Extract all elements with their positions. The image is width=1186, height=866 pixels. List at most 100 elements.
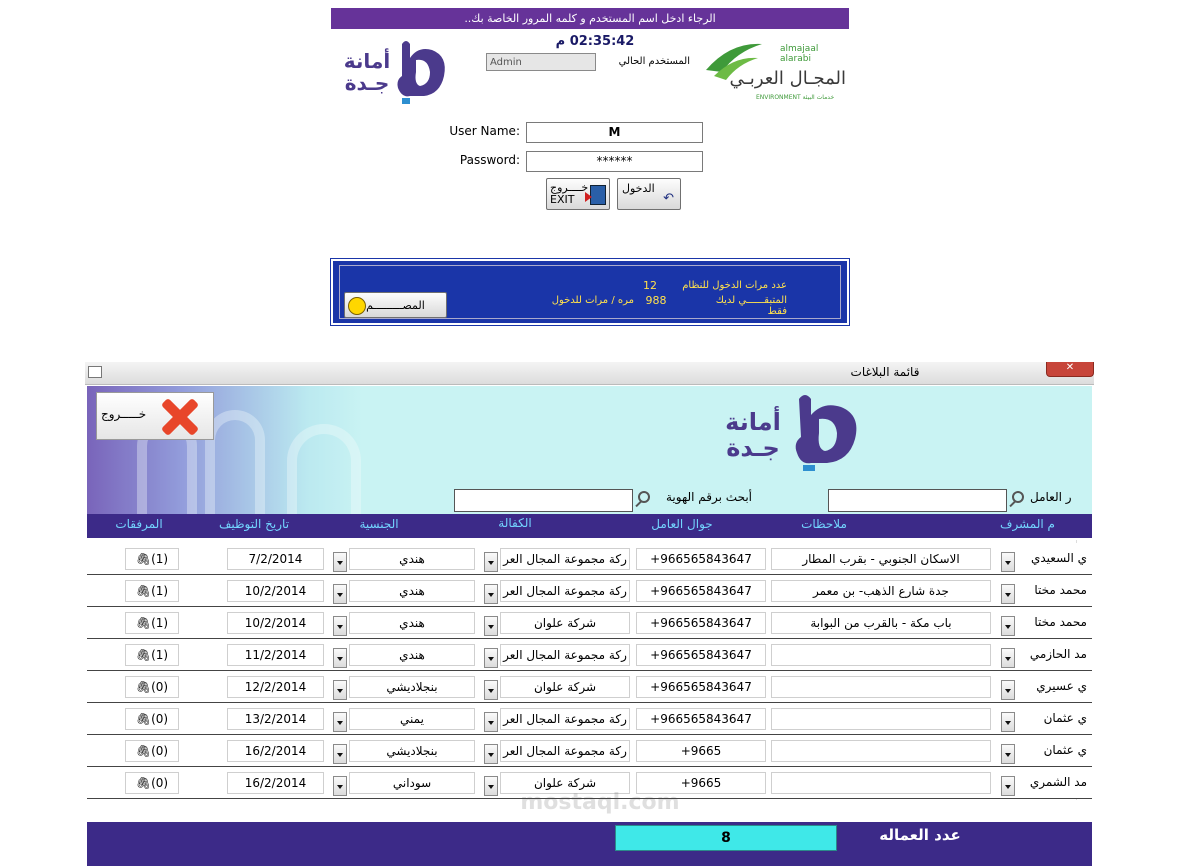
amana-header-logo-text: أمانة جـدة bbox=[713, 409, 793, 461]
exit-button[interactable]: خــــروج EXIT bbox=[546, 178, 610, 210]
supervisor-dropdown-arrow-icon[interactable] bbox=[1001, 648, 1015, 668]
notes-cell[interactable] bbox=[771, 740, 991, 762]
table-row[interactable]: 🖇(0) 12/2/2014 بنجلاديشي شركة علوان +9665658… bbox=[87, 671, 1092, 703]
sponsor-dropdown-arrow-icon[interactable] bbox=[484, 584, 498, 604]
notes-cell[interactable] bbox=[771, 708, 991, 730]
supervisor-cell[interactable]: محمد مختا bbox=[1017, 612, 1087, 634]
sponsor-cell[interactable]: ركة مجموعة المجال العر bbox=[500, 548, 630, 570]
nationality-cell[interactable]: هندي bbox=[349, 644, 475, 666]
sponsor-cell[interactable]: ركة مجموعة المجال العر bbox=[500, 708, 630, 730]
mobile-cell[interactable]: +966565843647 bbox=[636, 644, 766, 666]
supervisor-cell[interactable]: ي عسيري bbox=[1017, 676, 1087, 698]
attachments-cell[interactable]: 🖇(0) bbox=[125, 676, 179, 698]
supervisor-dropdown-arrow-icon[interactable] bbox=[1001, 712, 1015, 732]
sponsor-cell[interactable]: ركة مجموعة المجال العر bbox=[500, 644, 630, 666]
supervisor-dropdown-arrow-icon[interactable] bbox=[1001, 584, 1015, 604]
table-row[interactable]: 🖇(0) 13/2/2014 يمني ركة مجموعة المجال العر +… bbox=[87, 703, 1092, 735]
nationality-dropdown-arrow-icon[interactable] bbox=[333, 616, 347, 636]
nationality-cell[interactable]: سوداني bbox=[349, 772, 475, 794]
mobile-cell[interactable]: +966565843647 bbox=[636, 548, 766, 570]
smiley-icon bbox=[348, 297, 366, 315]
designer-button[interactable]: المصـــــــــم bbox=[344, 292, 447, 318]
close-form-button[interactable]: خـــــروج bbox=[96, 392, 214, 440]
nationality-cell[interactable]: بنجلاديشي bbox=[349, 740, 475, 762]
supervisor-dropdown-arrow-icon[interactable] bbox=[1001, 616, 1015, 636]
sponsor-cell[interactable]: شركة علوان bbox=[500, 676, 630, 698]
nationality-dropdown-arrow-icon[interactable] bbox=[333, 744, 347, 764]
username-input[interactable]: M bbox=[526, 122, 703, 143]
supervisor-cell[interactable]: ي عثمان bbox=[1017, 708, 1087, 730]
hire-date-cell[interactable]: 11/2/2014 bbox=[227, 644, 324, 666]
supervisor-dropdown-arrow-icon[interactable] bbox=[1001, 552, 1015, 572]
notes-cell[interactable]: باب مكة - بالقرب من البوابة bbox=[771, 612, 991, 634]
attachments-cell[interactable]: 🖇(0) bbox=[125, 708, 179, 730]
sponsor-dropdown-arrow-icon[interactable] bbox=[484, 552, 498, 572]
login-button[interactable]: الدخول ↶ bbox=[617, 178, 681, 210]
search-worker-input[interactable] bbox=[828, 489, 1007, 512]
nationality-dropdown-arrow-icon[interactable] bbox=[333, 776, 347, 796]
col-sponsor: الكفالة bbox=[498, 516, 532, 530]
mobile-cell[interactable]: +966565843647 bbox=[636, 612, 766, 634]
attachments-cell[interactable]: 🖇(1) bbox=[125, 548, 179, 570]
attachments-cell[interactable]: 🖇(0) bbox=[125, 772, 179, 794]
search-id-input[interactable] bbox=[454, 489, 633, 512]
nationality-cell[interactable]: يمني bbox=[349, 708, 475, 730]
notes-cell[interactable] bbox=[771, 772, 991, 794]
nationality-cell[interactable]: بنجلاديشي bbox=[349, 676, 475, 698]
hire-date-cell[interactable]: 16/2/2014 bbox=[227, 740, 324, 762]
sponsor-dropdown-arrow-icon[interactable] bbox=[484, 648, 498, 668]
sponsor-cell[interactable]: ركة مجموعة المجال العر bbox=[500, 580, 630, 602]
notes-cell[interactable] bbox=[771, 644, 991, 666]
nationality-dropdown-arrow-icon[interactable] bbox=[333, 584, 347, 604]
notes-cell[interactable] bbox=[771, 676, 991, 698]
password-input[interactable]: ****** bbox=[526, 151, 703, 172]
mobile-cell[interactable]: +966565843647 bbox=[636, 676, 766, 698]
notes-cell[interactable]: جدة شارع الذهب- بن معمر bbox=[771, 580, 991, 602]
sponsor-dropdown-arrow-icon[interactable] bbox=[484, 776, 498, 796]
nationality-cell[interactable]: هندي bbox=[349, 580, 475, 602]
table-row[interactable]: 🖇(1) 7/2/2014 هندي ركة مجموعة المجال العر +9… bbox=[87, 543, 1092, 575]
supervisor-dropdown-arrow-icon[interactable] bbox=[1001, 744, 1015, 764]
hire-date-cell[interactable]: 10/2/2014 bbox=[227, 612, 324, 634]
supervisor-cell[interactable]: ي السعيدي bbox=[1017, 548, 1087, 570]
hire-date-cell[interactable]: 7/2/2014 bbox=[227, 548, 324, 570]
table-row[interactable]: 🖇(1) 11/2/2014 هندي ركة مجموعة المجال العر +… bbox=[87, 639, 1092, 671]
nationality-cell[interactable]: هندي bbox=[349, 548, 475, 570]
attachments-cell[interactable]: 🖇(1) bbox=[125, 612, 179, 634]
nationality-dropdown-arrow-icon[interactable] bbox=[333, 712, 347, 732]
supervisor-dropdown-arrow-icon[interactable] bbox=[1001, 680, 1015, 700]
supervisor-cell[interactable]: ي عثمان bbox=[1017, 740, 1087, 762]
nationality-cell[interactable]: هندي bbox=[349, 612, 475, 634]
attachments-cell[interactable]: 🖇(1) bbox=[125, 644, 179, 666]
hire-date-cell[interactable]: 12/2/2014 bbox=[227, 676, 324, 698]
sponsor-dropdown-arrow-icon[interactable] bbox=[484, 712, 498, 732]
table-row[interactable]: 🖇(1) 10/2/2014 هندي شركة علوان +966565843647… bbox=[87, 607, 1092, 639]
nationality-dropdown-arrow-icon[interactable] bbox=[333, 680, 347, 700]
hire-date-cell[interactable]: 10/2/2014 bbox=[227, 580, 324, 602]
supervisor-cell[interactable]: محمد مختا bbox=[1017, 580, 1087, 602]
sponsor-cell[interactable]: شركة علوان bbox=[500, 612, 630, 634]
mobile-cell[interactable]: +966565843647 bbox=[636, 580, 766, 602]
sponsor-cell[interactable]: ركة مجموعة المجال العر bbox=[500, 740, 630, 762]
supervisor-dropdown-arrow-icon[interactable] bbox=[1001, 776, 1015, 796]
attachments-cell[interactable]: 🖇(1) bbox=[125, 580, 179, 602]
nationality-dropdown-arrow-icon[interactable] bbox=[333, 648, 347, 668]
window-menu-icon[interactable] bbox=[88, 366, 102, 378]
nationality-dropdown-arrow-icon[interactable] bbox=[333, 552, 347, 572]
sponsor-dropdown-arrow-icon[interactable] bbox=[484, 616, 498, 636]
mobile-cell[interactable]: +9665 bbox=[636, 740, 766, 762]
table-row[interactable]: 🖇(1) 10/2/2014 هندي ركة مجموعة المجال العر +… bbox=[87, 575, 1092, 607]
sponsor-dropdown-arrow-icon[interactable] bbox=[484, 680, 498, 700]
supervisor-cell[interactable]: مد الشمري bbox=[1017, 772, 1087, 794]
table-row[interactable]: 🖇(0) 16/2/2014 بنجلاديشي ركة مجموعة المجال … bbox=[87, 735, 1092, 767]
hire-date-cell[interactable]: 13/2/2014 bbox=[227, 708, 324, 730]
search-id-label: أبحث برقم الهوية bbox=[665, 490, 752, 504]
supervisor-cell[interactable]: مد الحازمي bbox=[1017, 644, 1087, 666]
notes-cell[interactable]: الاسكان الجنوبي - بقرب المطار bbox=[771, 548, 991, 570]
sponsor-dropdown-arrow-icon[interactable] bbox=[484, 744, 498, 764]
current-user-label: المستخدم الحالي bbox=[618, 56, 690, 67]
hire-date-cell[interactable]: 16/2/2014 bbox=[227, 772, 324, 794]
attachments-cell[interactable]: 🖇(0) bbox=[125, 740, 179, 762]
mobile-cell[interactable]: +966565843647 bbox=[636, 708, 766, 730]
window-close-icon[interactable]: ✕ bbox=[1046, 362, 1094, 377]
